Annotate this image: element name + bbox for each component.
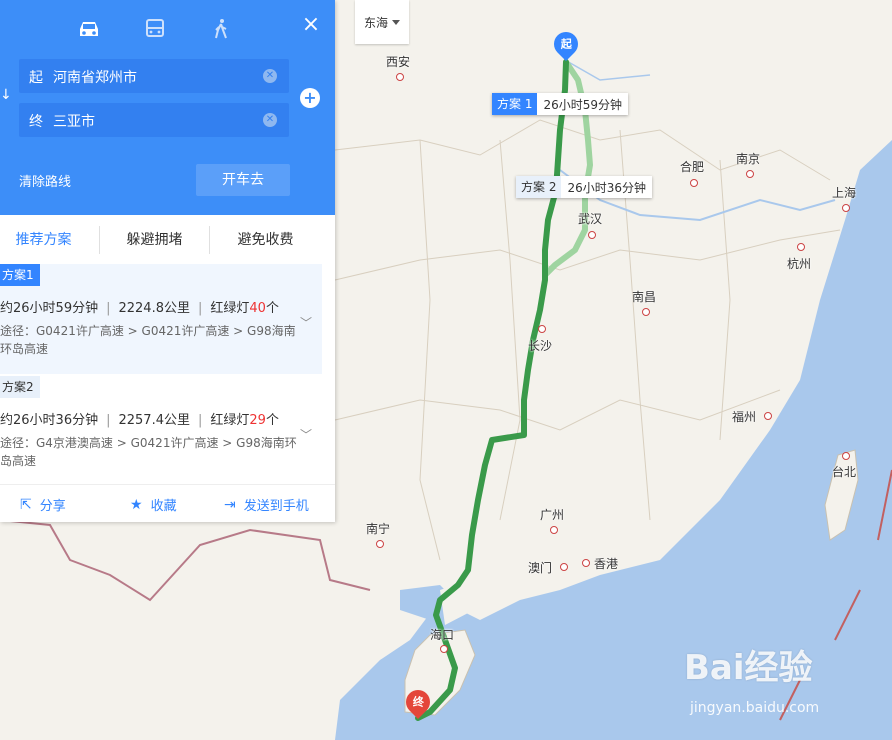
route-tag-plan1[interactable]: 方案 1 26小时59分钟	[492, 93, 628, 115]
plan-lights-unit: 个	[265, 301, 279, 316]
city-label-haikou[interactable]: 海口	[430, 626, 454, 643]
plan-card-2[interactable]: 方案2 约26小时36分钟 | 2257.4公里 | 红绿灯29个 途径：G4京港澳高速…	[0, 376, 322, 480]
share-label: 分享	[39, 499, 66, 514]
favorite-button[interactable]: ★ 收藏	[130, 495, 177, 515]
share-button[interactable]: ⇱ 分享	[20, 495, 66, 515]
city-select[interactable]: 东海	[355, 0, 409, 44]
route-panel-header: × ↓ 起 河南省郑州市 ✕ 终 三亚市 ✕ + 清除路线 开车去	[0, 0, 335, 215]
city-dot-icon	[560, 563, 568, 571]
start-value: 河南省郑州市	[53, 70, 137, 86]
city-label-guangzhou[interactable]: 广州	[540, 506, 564, 523]
city-label-taibei[interactable]: 台北	[832, 463, 856, 480]
city-label-aomen[interactable]: 澳门	[528, 559, 552, 576]
city-dot-icon	[746, 170, 754, 178]
plan-path: 途径：G4京港澳高速 > G0421许广高速 > G98海南环岛高速	[0, 436, 297, 468]
action-bar: ⇱ 分享 ★ 收藏 ⇥ 发送到手机	[0, 484, 335, 521]
chevron-down-icon[interactable]: ﹀	[300, 314, 312, 331]
tab-avoid-tolls[interactable]: 避免收费	[210, 222, 321, 258]
send-icon: ⇥	[224, 496, 236, 513]
city-dot-icon	[797, 243, 805, 251]
city-dot-icon	[842, 204, 850, 212]
chevron-down-icon[interactable]: ﹀	[300, 426, 312, 443]
plan-distance: 2224.8公里	[118, 301, 190, 316]
route-tag-time: 26小时36分钟	[567, 180, 646, 195]
plan-tabs: 推荐方案 躲避拥堵 避免收费	[0, 222, 335, 258]
end-label: 终	[29, 114, 43, 130]
city-dot-icon	[842, 452, 850, 460]
route-tag-name: 方案 2	[516, 176, 562, 198]
send-label: 发送到手机	[243, 499, 309, 514]
plan-lights-label: 红绿灯	[210, 413, 250, 428]
add-waypoint-icon[interactable]: +	[300, 88, 320, 108]
watermark-url: jingyan.baidu.com	[690, 700, 820, 716]
route-tag-plan2[interactable]: 方案 2 26小时36分钟	[516, 176, 652, 198]
drive-button[interactable]: 开车去	[196, 164, 290, 196]
send-to-phone-button[interactable]: ⇥ 发送到手机	[224, 495, 309, 515]
city-dot-icon	[764, 412, 772, 420]
city-dot-icon	[538, 325, 546, 333]
tab-recommended[interactable]: 推荐方案	[0, 222, 99, 258]
car-icon[interactable]	[76, 18, 102, 40]
watermark-logo: Bai经验	[684, 648, 813, 688]
route-panel: × ↓ 起 河南省郑州市 ✕ 终 三亚市 ✕ + 清除路线 开车去 推荐方案 躲…	[0, 0, 335, 522]
route-tag-time: 26小时59分钟	[543, 97, 622, 112]
plan-lights-count: 29	[249, 413, 266, 428]
plan-badge: 方案1	[0, 264, 40, 286]
city-label-fuzhou[interactable]: 福州	[732, 408, 756, 425]
plan-lights-count: 40	[249, 301, 266, 316]
route-tag-name: 方案 1	[492, 93, 538, 115]
bus-icon[interactable]	[142, 18, 168, 40]
swap-arrow-icon[interactable]: ↓	[0, 87, 12, 103]
city-dot-icon	[588, 231, 596, 239]
city-label-hangzhou[interactable]: 杭州	[787, 255, 811, 272]
city-dot-icon	[642, 308, 650, 316]
city-label-nanchang[interactable]: 南昌	[632, 288, 656, 305]
walk-icon[interactable]	[208, 18, 234, 40]
end-value: 三亚市	[53, 114, 95, 130]
city-dot-icon	[396, 73, 404, 81]
end-input[interactable]: 终 三亚市 ✕	[19, 103, 289, 137]
city-label-xian[interactable]: 西安	[386, 53, 410, 70]
start-input[interactable]: 起 河南省郑州市 ✕	[19, 59, 289, 93]
clear-end-icon[interactable]: ✕	[263, 113, 277, 127]
plan-badge: 方案2	[0, 376, 40, 398]
city-dot-icon	[582, 559, 590, 567]
city-label-nanjing[interactable]: 南京	[736, 150, 760, 167]
city-label-shanghai[interactable]: 上海	[832, 184, 856, 201]
city-dot-icon	[690, 179, 698, 187]
city-label-hefei[interactable]: 合肥	[680, 158, 704, 175]
city-label-nanning[interactable]: 南宁	[366, 520, 390, 537]
city-label-xianggang[interactable]: 香港	[594, 555, 618, 572]
start-pin-label: 起	[560, 38, 572, 51]
tab-avoid-congestion[interactable]: 躲避拥堵	[99, 222, 210, 258]
clear-start-icon[interactable]: ✕	[263, 69, 277, 83]
plan-lights-label: 红绿灯	[210, 301, 250, 316]
share-icon: ⇱	[20, 496, 32, 513]
city-label-wuhan[interactable]: 武汉	[578, 210, 602, 227]
favorite-label: 收藏	[150, 499, 177, 514]
plan-summary: 约26小时36分钟 | 2257.4公里 | 红绿灯29个	[0, 413, 279, 428]
plan-card-1[interactable]: 方案1 约26小时59分钟 | 2224.8公里 | 红绿灯40个 途径：G0421许广…	[0, 264, 322, 374]
plan-lights-unit: 个	[265, 413, 279, 428]
end-pin-label: 终	[412, 696, 424, 709]
star-icon: ★	[130, 496, 143, 513]
plan-path: 途径：G0421许广高速 > G0421许广高速 > G98海南环岛高速	[0, 324, 296, 356]
city-dot-icon	[376, 540, 384, 548]
clear-route-link[interactable]: 清除路线	[19, 171, 71, 190]
close-icon[interactable]: ×	[300, 14, 322, 36]
city-dot-icon	[440, 645, 448, 653]
plan-summary: 约26小时59分钟 | 2224.8公里 | 红绿灯40个	[0, 301, 279, 316]
plan-distance: 2257.4公里	[118, 413, 190, 428]
city-label-changsha[interactable]: 长沙	[528, 337, 552, 354]
city-select-label: 东海	[363, 15, 388, 30]
start-label: 起	[29, 70, 43, 86]
plan-time: 约26小时36分钟	[0, 413, 99, 428]
city-dot-icon	[550, 526, 558, 534]
plan-time: 约26小时59分钟	[0, 301, 99, 316]
caret-down-icon	[392, 19, 400, 25]
